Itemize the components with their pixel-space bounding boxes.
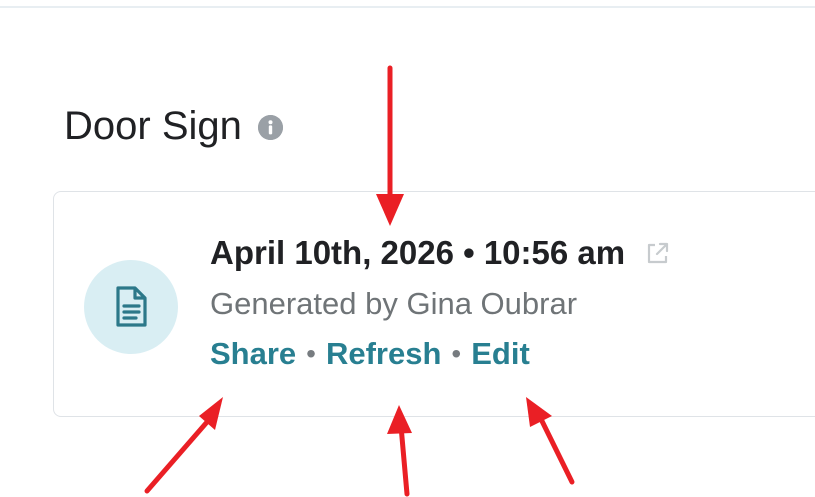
arrow-to-refresh [398,423,410,497]
document-icon [116,286,147,327]
top-divider [0,0,815,8]
arrow-to-share [144,411,217,494]
arrow-to-edit [537,414,575,485]
share-link[interactable]: Share [210,334,296,374]
generated-by-text: Generated by Gina Oubrar [210,286,578,321]
document-meta: April 10th, 2026 • 10:56 am Generated by… [210,232,730,374]
door-sign-heading: Door Sign [64,100,283,152]
document-datetime: April 10th, 2026 • 10:56 am [210,234,626,271]
document-actions: Share • Refresh • Edit [210,334,730,374]
document-avatar [84,260,178,354]
info-icon[interactable] [257,114,283,140]
external-link-icon[interactable] [643,238,673,268]
action-separator: • [306,338,316,369]
edit-link[interactable]: Edit [471,334,530,374]
datetime-row: April 10th, 2026 • 10:56 am [210,232,730,274]
action-separator: • [451,338,462,369]
page-title: Door Sign [64,104,242,148]
refresh-link[interactable]: Refresh [326,334,441,374]
